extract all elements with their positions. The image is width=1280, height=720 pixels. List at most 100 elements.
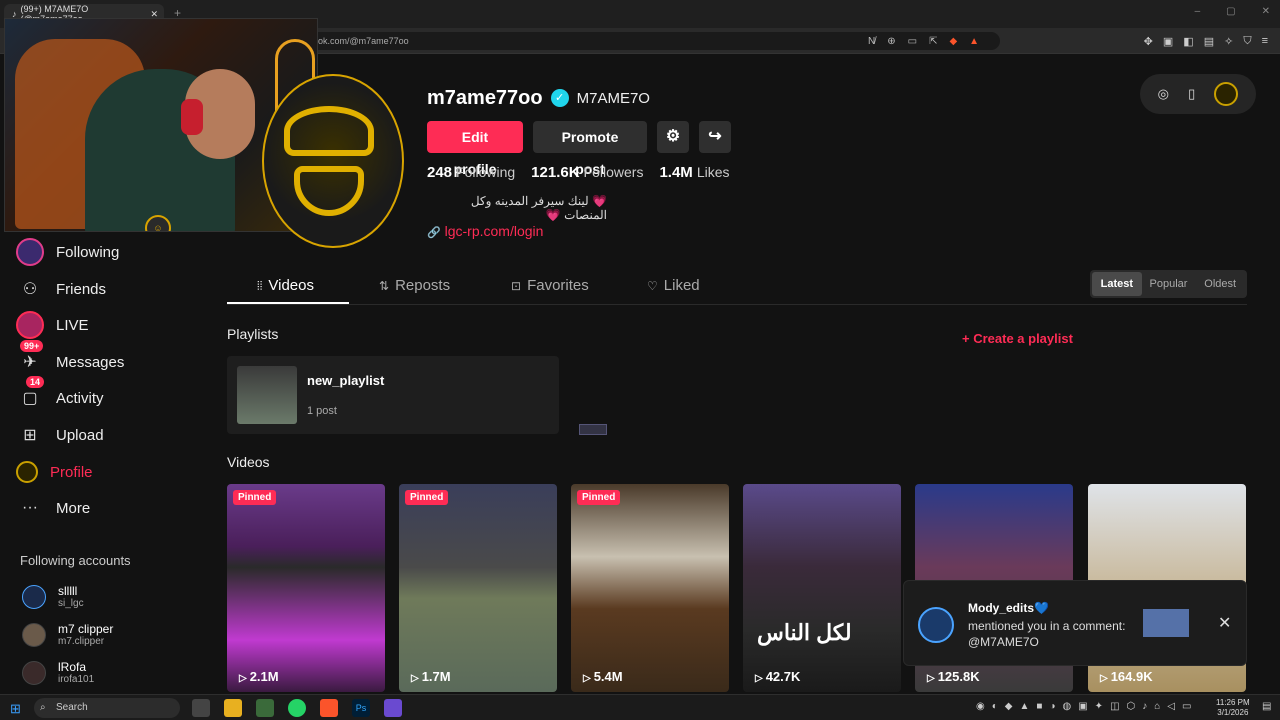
- sidebar-item-activity[interactable]: ▢ 14 Activity: [16, 376, 104, 413]
- tab-videos[interactable]: ⦙⦙ Videos: [227, 270, 349, 304]
- translate-icon[interactable]: N̸: [868, 36, 875, 47]
- close-icon[interactable]: ✕: [1218, 613, 1231, 633]
- file-explorer-icon[interactable]: [224, 699, 242, 717]
- extensions-icon[interactable]: ✥: [1144, 35, 1153, 48]
- share-page-icon[interactable]: ⇱: [929, 36, 937, 47]
- following-avatar-icon: [16, 238, 44, 266]
- video-card[interactable]: Pinned ▷ 5.4M: [571, 484, 729, 692]
- brave-shields-icon[interactable]: ◆: [949, 36, 957, 47]
- close-window-button[interactable]: ✕: [1262, 6, 1270, 17]
- tray-icon[interactable]: ◆: [1005, 701, 1013, 712]
- system-tray: ◉ ◐ ◆ ▲ ■ ◑ ◍ ▣ ✦ ◫ ⬡ ♪ ⌂ ◁ ▭: [976, 701, 1191, 712]
- tab-favorites[interactable]: ⊡ Favorites: [481, 270, 617, 304]
- task-view-icon[interactable]: [192, 699, 210, 717]
- tray-icon[interactable]: ▲: [1019, 701, 1029, 712]
- profile-actions: Edit profile Promote post ⚙ ↪: [427, 121, 731, 177]
- account-avatar: [22, 622, 46, 647]
- headset: [181, 99, 203, 135]
- volume-icon[interactable]: ◁: [1167, 701, 1175, 712]
- tray-icon[interactable]: ⬡: [1127, 701, 1136, 712]
- account-avatar: [22, 660, 46, 685]
- leo-ai-icon[interactable]: ✧: [1224, 35, 1233, 48]
- create-playlist-button[interactable]: + Create a playlist: [962, 331, 1073, 346]
- sidebar-toggle-icon[interactable]: ◧: [1183, 35, 1193, 48]
- mic-icon[interactable]: ♪: [1142, 701, 1147, 712]
- whatsapp-icon[interactable]: [288, 699, 306, 717]
- sort-oldest[interactable]: Oldest: [1195, 272, 1245, 296]
- network-icon[interactable]: ⌂: [1154, 701, 1160, 712]
- sidebar-item-friends[interactable]: ⚇ Friends: [16, 274, 106, 304]
- brave-rewards-icon[interactable]: ▲: [969, 36, 979, 47]
- get-app-icon[interactable]: ▯: [1188, 86, 1195, 102]
- tray-icon[interactable]: ✦: [1095, 701, 1103, 712]
- profile-link[interactable]: 🔗 lgc-rp.com/login: [427, 223, 543, 239]
- play-icon: ▷: [755, 673, 763, 684]
- notification-thumbnail[interactable]: [1143, 609, 1189, 637]
- battery-icon[interactable]: ▭: [1182, 701, 1191, 712]
- tray-icon[interactable]: ▣: [1078, 701, 1087, 712]
- app-icon[interactable]: [256, 699, 274, 717]
- following-stat[interactable]: 248 Following: [427, 164, 515, 181]
- sidebar-item-more[interactable]: ··· More: [16, 493, 90, 523]
- promote-post-button[interactable]: Promote post: [533, 121, 647, 177]
- taskbar-clock[interactable]: 11:26 PM 3/1/2026: [1216, 698, 1250, 718]
- activity-icon: ▢ 14: [16, 376, 45, 412]
- tab-liked[interactable]: ♡ Liked: [617, 270, 739, 304]
- tray-icon[interactable]: ◉: [976, 701, 985, 712]
- username: m7ame77oo: [427, 86, 543, 109]
- share-icon[interactable]: ↪: [699, 121, 731, 153]
- sidebar-item-live[interactable]: LIVE: [16, 310, 89, 340]
- minimize-button[interactable]: –: [1195, 6, 1201, 17]
- live-icon: [16, 311, 44, 339]
- photoshop-icon[interactable]: Ps: [352, 699, 370, 717]
- video-card[interactable]: Pinned ▷ 1.7M: [399, 484, 557, 692]
- play-icon: ▷: [411, 673, 419, 684]
- playlists-title: Playlists: [227, 326, 279, 342]
- profile-tabs: ⦙⦙ Videos ⇅ Reposts ⊡ Favorites ♡ Liked: [227, 270, 739, 304]
- tray-icon[interactable]: ◑: [1049, 701, 1055, 712]
- verified-badge-icon: ✓: [550, 89, 569, 107]
- followers-stat[interactable]: 121.6K Followers: [531, 164, 643, 181]
- playlist-count: 1 post: [307, 405, 337, 417]
- coins-icon[interactable]: ◎: [1158, 86, 1169, 102]
- tray-icon[interactable]: ◫: [1110, 701, 1119, 712]
- profile-avatar[interactable]: [262, 74, 404, 248]
- wallet2-icon[interactable]: ▤: [1204, 35, 1214, 48]
- play-icon: ▷: [583, 673, 591, 684]
- sidebar-item-following[interactable]: Following: [16, 237, 119, 267]
- tray-icon[interactable]: ■: [1036, 701, 1042, 712]
- following-account[interactable]: lRofa irofa101: [22, 660, 94, 685]
- windows-start-icon[interactable]: ⊞: [10, 701, 21, 717]
- header-avatar[interactable]: [1214, 82, 1239, 106]
- settings-icon[interactable]: ⚙: [657, 121, 689, 153]
- sidebar-item-upload[interactable]: ⊞ Upload: [16, 420, 103, 450]
- sort-latest[interactable]: Latest: [1092, 272, 1142, 296]
- sidebar-item-profile[interactable]: Profile: [16, 457, 93, 487]
- wallet-icon[interactable]: ▣: [1163, 35, 1173, 48]
- menu-icon[interactable]: ≡: [1262, 35, 1268, 48]
- brave-icon[interactable]: [320, 699, 338, 717]
- maximize-button[interactable]: ▢: [1226, 6, 1235, 17]
- video-card[interactable]: Pinned ▷ 2.1M: [227, 484, 385, 692]
- pinned-badge: Pinned: [233, 490, 277, 505]
- vpn-icon[interactable]: ⛉: [1243, 35, 1251, 48]
- browser-active-icon[interactable]: [384, 699, 402, 717]
- tray-icon[interactable]: ◐: [992, 701, 998, 712]
- heart-icon: ♡: [647, 279, 658, 293]
- following-account[interactable]: m7 clipper m7.clipper: [22, 622, 113, 647]
- sort-popular[interactable]: Popular: [1144, 272, 1194, 296]
- video-card[interactable]: لكل الناس ▷ 42.7K: [743, 484, 901, 692]
- zoom-icon[interactable]: ⊕: [887, 36, 895, 47]
- notification-toast[interactable]: Mody_edits💙 mentioned you in a comment: …: [903, 580, 1247, 666]
- tab-reposts[interactable]: ⇅ Reposts: [349, 270, 481, 304]
- cast-icon[interactable]: ▭: [908, 36, 917, 47]
- notification-center-icon[interactable]: ▤: [1262, 701, 1271, 712]
- sidebar-item-messages[interactable]: ✈ 99+ Messages: [16, 340, 124, 377]
- following-account[interactable]: slllll si_lgc: [22, 584, 84, 609]
- small-overlay-thumb: [579, 424, 607, 435]
- taskbar-search[interactable]: ⌕ Search: [34, 698, 180, 718]
- tray-icon[interactable]: ◍: [1062, 701, 1071, 712]
- playlist-card[interactable]: new_playlist 1 post: [227, 356, 559, 434]
- edit-profile-button[interactable]: Edit profile: [427, 121, 523, 177]
- video-views: ▷ 2.1M: [239, 669, 279, 684]
